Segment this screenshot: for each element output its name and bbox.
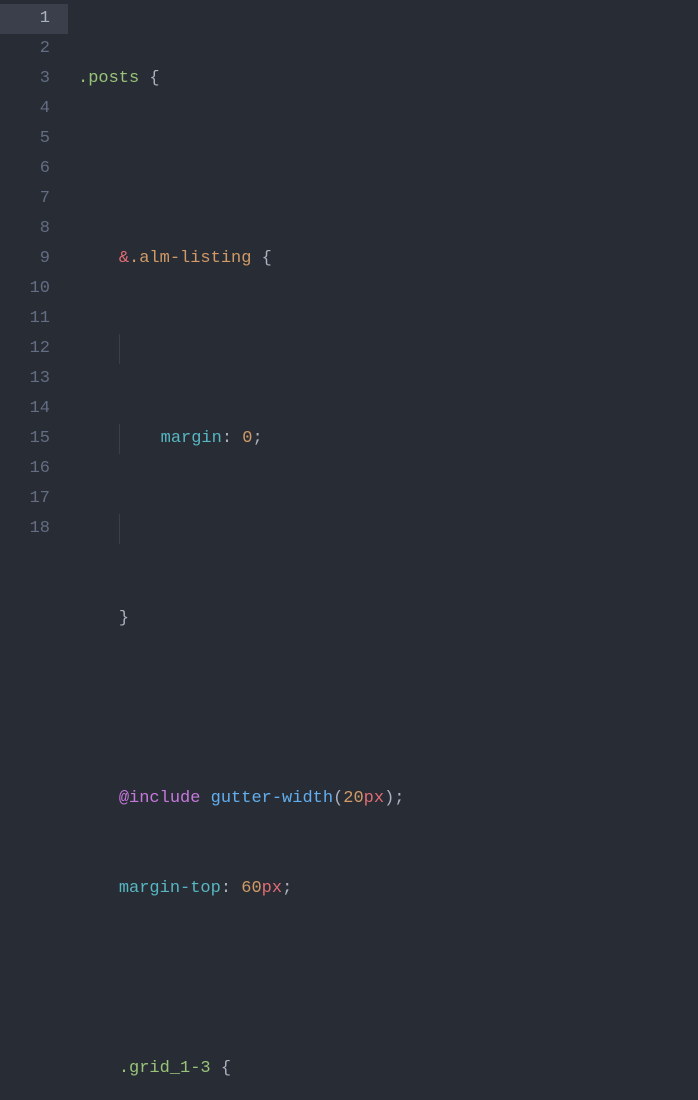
code-editor: 1 2 3 4 5 6 7 8 9 10 11 12 13 14 15 16 1… xyxy=(0,0,698,550)
code-line: margin: 0; xyxy=(78,424,404,454)
indent-guide xyxy=(119,334,120,364)
punct-token xyxy=(139,69,149,88)
property-token: margin xyxy=(161,429,222,448)
line-number[interactable]: 7 xyxy=(0,184,68,214)
at-rule-token: @include xyxy=(119,789,201,808)
indent xyxy=(78,879,119,898)
indent xyxy=(78,1059,119,1078)
brace-token: { xyxy=(221,1059,231,1078)
line-number[interactable]: 5 xyxy=(0,124,68,154)
code-line xyxy=(78,334,404,364)
line-number[interactable]: 3 xyxy=(0,64,68,94)
paren-token: ( xyxy=(333,789,343,808)
colon-token: : xyxy=(222,429,232,448)
code-line: .grid_1-3 { xyxy=(78,1054,404,1084)
line-number[interactable]: 17 xyxy=(0,484,68,514)
colon-token: : xyxy=(221,879,231,898)
indent-guide xyxy=(119,514,120,544)
indent xyxy=(120,429,161,448)
line-number[interactable]: 18 xyxy=(0,514,68,544)
line-number[interactable]: 14 xyxy=(0,394,68,424)
line-number[interactable]: 6 xyxy=(0,154,68,184)
code-line: &.alm-listing { xyxy=(78,244,404,274)
code-line: .posts { xyxy=(78,64,404,94)
selector-token: .grid_1-3 xyxy=(119,1059,211,1078)
indent xyxy=(78,339,119,358)
function-token: gutter-width xyxy=(211,789,333,808)
code-line: margin-top: 60px; xyxy=(78,874,404,904)
number-token: 0 xyxy=(242,429,252,448)
line-number[interactable]: 8 xyxy=(0,214,68,244)
code-line xyxy=(78,514,404,544)
brace-token: { xyxy=(149,69,159,88)
number-token: 60 xyxy=(241,879,261,898)
unit-token: px xyxy=(364,789,384,808)
number-token: 20 xyxy=(343,789,363,808)
line-number[interactable]: 10 xyxy=(0,274,68,304)
selector-token: .posts xyxy=(78,69,139,88)
indent xyxy=(78,429,119,448)
line-number-gutter: 1 2 3 4 5 6 7 8 9 10 11 12 13 14 15 16 1… xyxy=(0,0,78,550)
indent xyxy=(78,609,119,628)
property-token: margin-top xyxy=(119,879,221,898)
code-line: } xyxy=(78,604,404,634)
paren-token: ) xyxy=(384,789,394,808)
line-number[interactable]: 4 xyxy=(0,94,68,124)
semicolon-token: ; xyxy=(252,429,262,448)
line-number[interactable]: 16 xyxy=(0,454,68,484)
code-line xyxy=(78,694,404,724)
indent xyxy=(78,249,119,268)
line-number[interactable]: 9 xyxy=(0,244,68,274)
line-number[interactable]: 1 xyxy=(0,4,68,34)
parent-selector-token: & xyxy=(119,249,129,268)
punct-token xyxy=(232,429,242,448)
code-line: @include gutter-width(20px); xyxy=(78,784,404,814)
line-number[interactable]: 11 xyxy=(0,304,68,334)
semicolon-token: ; xyxy=(282,879,292,898)
punct-token xyxy=(231,879,241,898)
line-number[interactable]: 15 xyxy=(0,424,68,454)
code-line xyxy=(78,154,404,184)
line-number[interactable]: 13 xyxy=(0,364,68,394)
class-token: .alm-listing xyxy=(129,249,251,268)
unit-token: px xyxy=(262,879,282,898)
indent xyxy=(78,519,119,538)
indent-guide xyxy=(119,424,161,454)
indent xyxy=(78,789,119,808)
punct-token xyxy=(251,249,261,268)
code-line xyxy=(78,964,404,994)
semicolon-token: ; xyxy=(394,789,404,808)
code-area[interactable]: .posts { &.alm-listing { margin: 0; } @i… xyxy=(78,0,404,550)
brace-token: } xyxy=(119,609,129,628)
brace-token: { xyxy=(262,249,272,268)
punct-token xyxy=(211,1059,221,1078)
line-number[interactable]: 2 xyxy=(0,34,68,64)
line-number[interactable]: 12 xyxy=(0,334,68,364)
punct-token xyxy=(200,789,210,808)
